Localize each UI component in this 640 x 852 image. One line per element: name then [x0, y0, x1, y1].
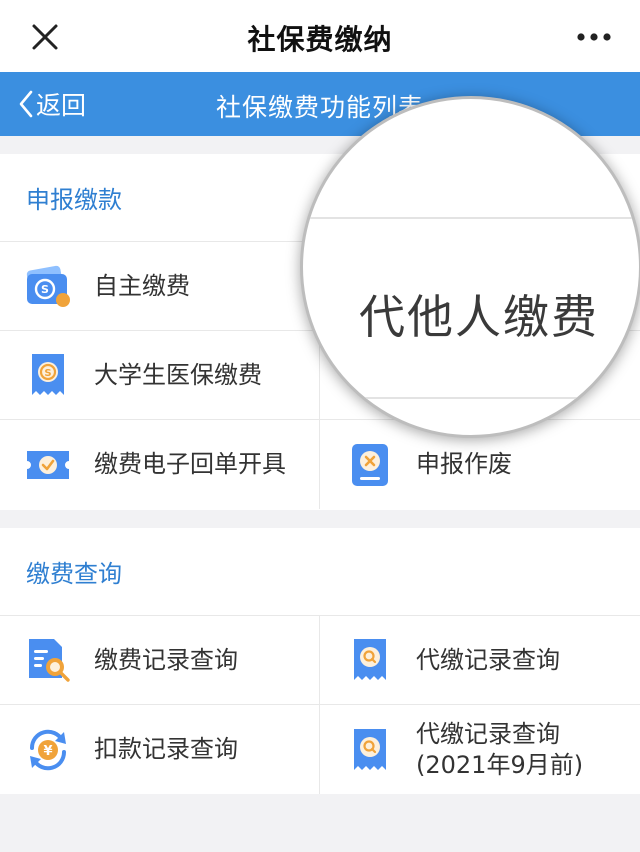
document-search-icon — [29, 639, 70, 682]
menu-item-label: 扣款记录查询 — [94, 735, 238, 763]
menu-item-student-medical[interactable]: S 大学生医保缴费 — [0, 331, 320, 420]
more-dots-icon[interactable] — [574, 20, 614, 54]
app-title: 社保费缴纳 — [247, 23, 393, 56]
magnified-label: 代他人缴费 — [359, 290, 599, 344]
yuan-refresh-icon: ¥ — [29, 729, 67, 770]
section-payment-query: 缴费查询 缴费记录查询 代缴记录查询 ¥ 扣款记录查询 代缴记录查询(2021年… — [0, 528, 640, 794]
svg-text:S: S — [41, 283, 49, 296]
menu-item-proxy-record-query[interactable]: 代缴记录查询 — [320, 616, 640, 705]
magnifier-overlay: 代他人缴费 — [300, 96, 640, 438]
menu-item-label: 代缴记录查询 — [416, 645, 560, 674]
receipt-icon: S — [32, 354, 64, 395]
menu-item-deduction-record-query[interactable]: ¥ 扣款记录查询 — [0, 705, 320, 794]
menu-item-label: 自主缴费 — [94, 271, 190, 300]
menu-item-label: 代缴记录查询(2021年9月前) — [416, 719, 584, 779]
svg-text:S: S — [44, 368, 51, 379]
divider — [303, 217, 639, 219]
menu-item-payment-record-query[interactable]: 缴费记录查询 — [0, 616, 320, 705]
receipt-search-icon — [354, 728, 386, 770]
divider — [303, 397, 639, 399]
ticket-check-icon — [27, 450, 69, 479]
app-title-bar: 社保费缴纳 — [0, 0, 640, 72]
menu-item-label: 大学生医保缴费 — [94, 360, 262, 389]
void-document-icon — [352, 443, 388, 486]
wallet-icon: S — [26, 265, 70, 307]
menu-item-self-pay[interactable]: S 自主缴费 — [0, 242, 320, 331]
menu-item-label: 申报作废 — [416, 450, 512, 478]
svg-text:¥: ¥ — [43, 744, 52, 759]
menu-item-proxy-record-query-before-2021-09[interactable]: 代缴记录查询(2021年9月前) — [320, 705, 640, 794]
menu-item-label: 缴费记录查询 — [94, 645, 238, 674]
section-title: 缴费查询 — [0, 528, 640, 616]
menu-item-label: 缴费电子回单开具 — [94, 450, 286, 478]
receipt-search-icon — [354, 639, 386, 680]
menu-item-e-receipt[interactable]: 缴费电子回单开具 — [0, 420, 320, 509]
